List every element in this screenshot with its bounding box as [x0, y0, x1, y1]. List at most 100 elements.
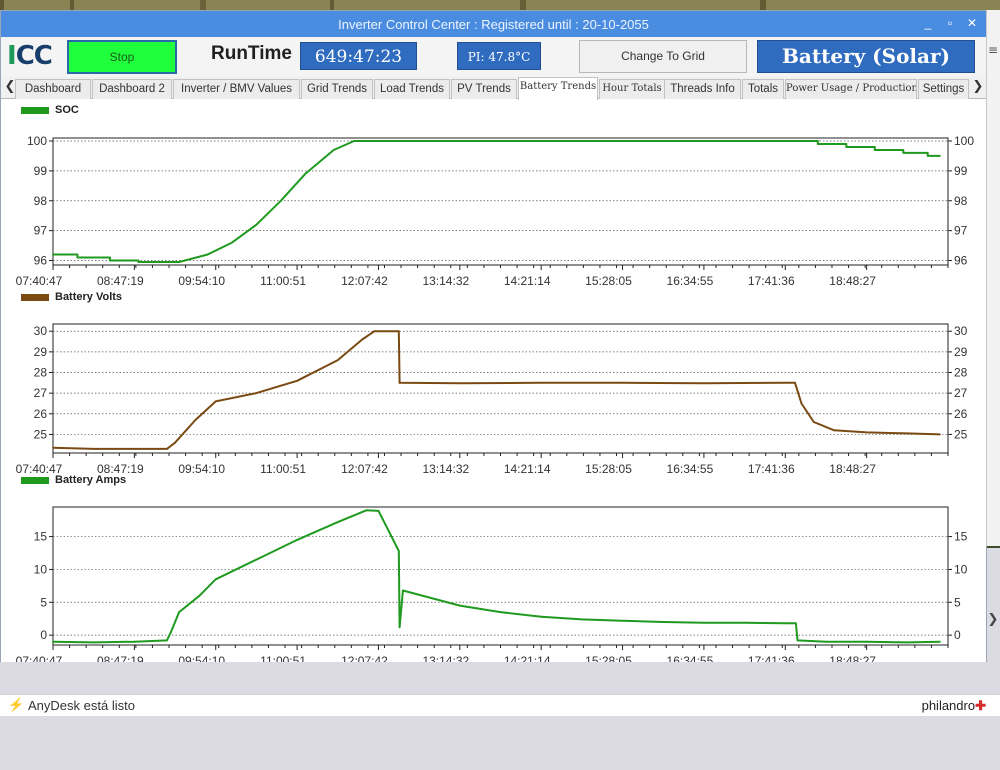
volts-ytick-label-right: 29: [954, 345, 968, 359]
soc-ytick-label-right: 100: [954, 134, 974, 148]
close-icon[interactable]: ✕: [964, 14, 980, 32]
battery-trends-panel: SOC Battery Volts Battery Amps 96 96 97 97 9…: [1, 100, 986, 662]
soc-data-point: [902, 152, 905, 154]
tab-totals[interactable]: Totals: [742, 79, 784, 99]
volts-data-point: [458, 382, 461, 385]
tab-grid-trends[interactable]: Grid Trends: [301, 79, 373, 99]
amps-data-point: [214, 578, 217, 581]
volts-ytick-label-right: 30: [954, 324, 968, 338]
amps-data-point: [865, 640, 868, 643]
volts-xtick-label: 18:48:27: [829, 462, 876, 476]
soc-data-point: [206, 253, 209, 256]
tab-pv-trends[interactable]: PV Trends: [451, 79, 517, 99]
anydesk-plug-icon: ⚡: [8, 697, 25, 712]
volts-data-point: [336, 359, 339, 361]
soc-data-point: [816, 143, 819, 145]
pi-temperature: PI: 47.8°C: [457, 42, 541, 70]
volts-data-point: [397, 330, 400, 333]
volts-data-point: [621, 381, 624, 384]
tab-settings[interactable]: Settings: [918, 79, 969, 99]
volts-data-point: [906, 432, 909, 435]
title-bar[interactable]: Inverter Control Center : Registered unt…: [1, 11, 986, 37]
amps-data-point: [402, 589, 404, 592]
amps-data-point: [621, 619, 624, 622]
soc-data-point: [109, 256, 111, 259]
soc-xtick-label: 17:41:36: [748, 274, 795, 288]
amps-data-point: [784, 622, 787, 625]
soc-ytick-label-left: 99: [34, 164, 48, 178]
tab-dashboard-2[interactable]: Dashboard 2: [92, 79, 172, 99]
volts-ytick-label-right: 25: [954, 427, 968, 441]
maximize-icon[interactable]: ▫: [942, 14, 958, 32]
soc-data-point: [255, 223, 258, 226]
soc-data-point: [845, 146, 848, 148]
soc-data-point: [902, 149, 905, 151]
soc-ytick-label-left: 96: [34, 254, 48, 268]
side-scrollbar[interactable]: [986, 10, 1000, 546]
soc-data-point: [231, 241, 233, 244]
volts-data-point: [194, 419, 197, 421]
menu-icon[interactable]: ≡: [988, 44, 1000, 56]
soc-ytick-label-right: 97: [954, 224, 968, 238]
volts-xtick-label: 16:34:55: [667, 462, 714, 476]
soc-data-point: [873, 146, 876, 148]
amps-ytick-label-right: 0: [954, 628, 961, 642]
amps-xtick-label: 09:54:10: [178, 654, 225, 662]
change-to-grid-button[interactable]: Change To Grid: [579, 40, 747, 73]
amps-data-point: [52, 640, 54, 643]
amps-xtick-label: 12:07:42: [341, 654, 388, 662]
soc-plot-area: [52, 137, 949, 266]
volts-data-point: [794, 381, 796, 384]
volts-data-point: [92, 448, 95, 450]
philandro-logo: philandro✚: [921, 698, 986, 713]
volts-ytick-label-right: 28: [954, 366, 968, 380]
amps-xtick-label: 15:28:05: [585, 654, 632, 662]
amps-ytick-label-left: 0: [40, 628, 47, 642]
amps-data-point: [703, 621, 705, 624]
volts-xtick-label: 12:07:42: [341, 462, 388, 476]
tab-scroll-right-icon[interactable]: ❯: [971, 77, 985, 99]
soc-data-point: [52, 253, 54, 256]
soc-data-point: [926, 155, 929, 157]
amps-data-point: [743, 621, 746, 624]
amps-data-point: [166, 639, 168, 642]
amps-data-point: [398, 626, 401, 629]
tab-threads-info[interactable]: Threads Info: [664, 79, 741, 99]
volts-xtick-label: 11:00:51: [260, 462, 306, 476]
amps-data-point: [397, 550, 400, 552]
stop-button[interactable]: Stop: [67, 40, 177, 74]
amps-xtick-label: 17:41:36: [748, 654, 795, 662]
tab-load-trends[interactable]: Load Trends: [374, 79, 450, 99]
tab-hour-totals[interactable]: Hour Totals: [599, 79, 665, 99]
soc-data-point: [109, 259, 111, 262]
tab-dashboard[interactable]: Dashboard: [15, 79, 91, 99]
amps-data-point: [170, 631, 172, 633]
amps-data-point: [133, 640, 136, 643]
tab-power-usage-production[interactable]: Power Usage / Production: [785, 79, 917, 99]
amps-data-point: [255, 558, 258, 561]
soc-data-point: [873, 149, 876, 151]
amps-ytick-label-right: 10: [954, 562, 968, 576]
amps-data-point: [336, 521, 339, 523]
battery-charts: 96 9697 9798 9899 99100 10007:40:47 08:47:19 09…: [16, 134, 975, 662]
amps-xtick-label: 07:40:47: [16, 654, 63, 662]
volts-xtick-label: 09:54:10: [178, 462, 225, 476]
soc-data-point: [845, 143, 848, 145]
minimize-icon[interactable]: _: [920, 14, 936, 32]
soc-data-point: [137, 261, 140, 263]
tab-battery-trends[interactable]: Battery Trends: [518, 77, 598, 100]
volts-ytick-label-left: 27: [34, 386, 48, 400]
volts-ytick-label-left: 26: [34, 407, 48, 421]
soc-ytick-label-right: 96: [954, 254, 968, 268]
soc-data-point: [304, 173, 307, 175]
amps-data-point: [906, 641, 909, 644]
soc-xtick-label: 18:48:27: [829, 274, 876, 288]
soc-data-point: [279, 199, 282, 202]
amps-xtick-label: 18:48:27: [829, 654, 876, 662]
tab-inverter-bmv-values[interactable]: Inverter / BMV Values: [173, 79, 300, 99]
side-arrow-icon[interactable]: ❯: [986, 612, 1000, 627]
soc-xtick-label: 07:40:47: [16, 274, 63, 288]
volts-xtick-label: 15:28:05: [585, 462, 632, 476]
amps-data-point: [581, 618, 583, 621]
volts-ytick-label-left: 29: [34, 345, 48, 359]
